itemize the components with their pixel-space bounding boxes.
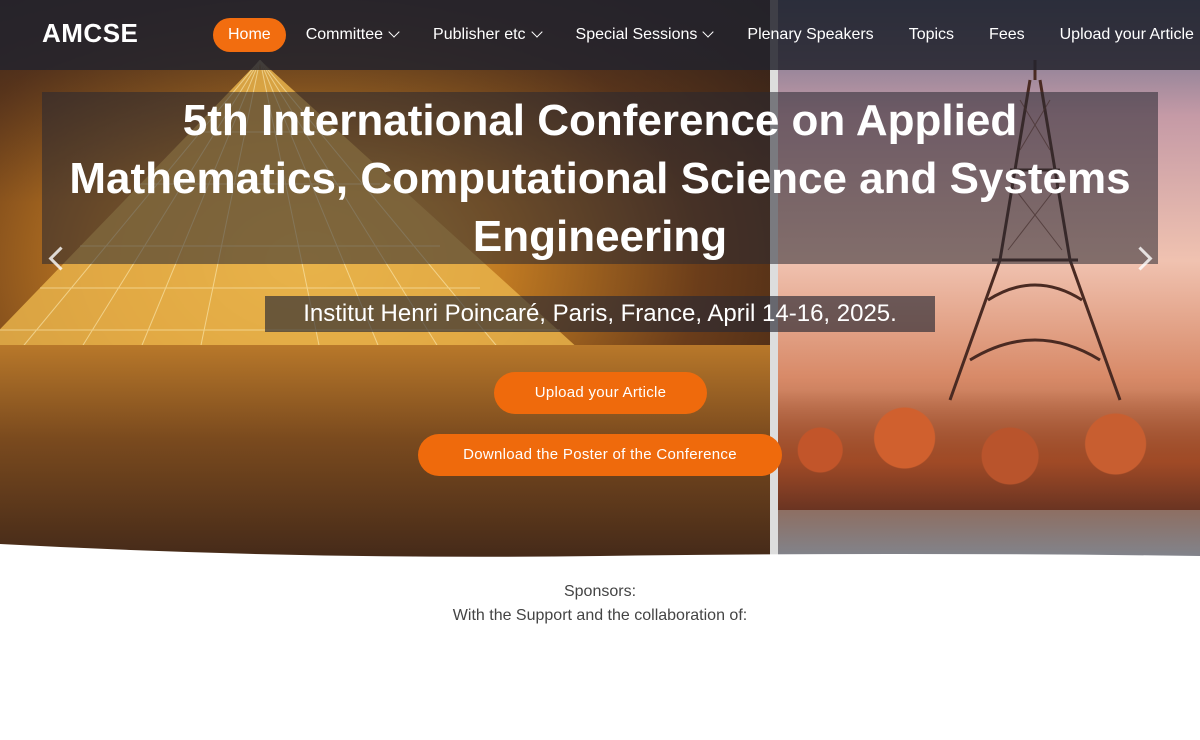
nav-item-upload-article[interactable]: Upload your Article [1045, 18, 1200, 52]
conference-subtitle: Institut Henri Poincaré, Paris, France, … [265, 296, 935, 332]
chevron-down-icon [702, 26, 715, 38]
image-divider [770, 0, 778, 580]
main-menu: Home Committee Publisher etc Special Ses… [213, 18, 1200, 52]
hero-carousel: 5th International Conference on Applied … [0, 0, 1200, 580]
chevron-down-icon [388, 26, 400, 38]
nav-item-special-sessions[interactable]: Special Sessions [561, 18, 728, 52]
sponsors-heading: Sponsors: [563, 583, 637, 600]
conference-title: 5th International Conference on Applied … [69, 96, 1131, 261]
nav-item-label: Plenary Speakers [747, 26, 874, 43]
nav-item-label: Committee [305, 26, 384, 43]
nav-item-committee[interactable]: Committee [291, 18, 413, 52]
nav-item-label: Fees [989, 26, 1025, 43]
nav-item-label: Upload your Article [1059, 26, 1194, 43]
nav-item-label: Special Sessions [575, 26, 698, 43]
upload-article-button[interactable]: Upload your Article [494, 372, 707, 414]
navbar: AMCSE Home Committee Publisher etc Speci… [0, 0, 1200, 70]
wave-divider [0, 544, 1200, 580]
nav-item-publisher[interactable]: Publisher etc [418, 18, 556, 52]
nav-item-label: Publisher etc [433, 26, 526, 43]
download-poster-button[interactable]: Download the Poster of the Conference [418, 434, 782, 476]
chevron-down-icon [530, 26, 543, 38]
site-logo[interactable]: AMCSE [42, 18, 138, 49]
nav-item-topics[interactable]: Topics [894, 18, 969, 52]
sponsors-section: Sponsors: With the Support and the colla… [0, 580, 1200, 628]
sponsors-text: With the Support and the collaboration o… [452, 607, 748, 624]
nav-item-label: Home [228, 26, 271, 43]
nav-item-label: Topics [908, 26, 955, 43]
nav-item-fees[interactable]: Fees [974, 18, 1040, 52]
nav-item-plenary-speakers[interactable]: Plenary Speakers [732, 18, 888, 52]
nav-item-home[interactable]: Home [213, 18, 286, 52]
